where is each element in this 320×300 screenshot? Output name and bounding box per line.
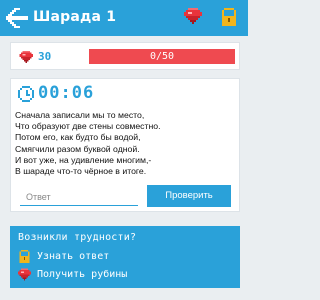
riddle-line: И вот уже, на удивление многим,- bbox=[15, 154, 152, 165]
page-title: Шарада 1 bbox=[33, 9, 117, 25]
reveal-answer-label: Узнать ответ bbox=[37, 250, 110, 262]
riddle-line: В шараде что-то чёрное в итоге. bbox=[15, 166, 147, 177]
help-title: Возникли трудности? bbox=[18, 232, 137, 243]
help-panel: Возникли трудности? Узнать ответ Получит… bbox=[10, 226, 240, 288]
progress-text: 0/50 bbox=[149, 51, 175, 62]
riddle-line: Что образуют две стены совместно. bbox=[15, 121, 161, 132]
app-bar: Шарада 1 bbox=[0, 0, 248, 36]
ruby-count: 30 bbox=[38, 50, 52, 63]
reveal-answer-button[interactable]: Узнать ответ bbox=[18, 249, 109, 263]
ruby-icon bbox=[19, 51, 33, 63]
get-rubies-label: Получить рубины bbox=[37, 268, 128, 280]
get-rubies-button[interactable]: Получить рубины bbox=[18, 267, 127, 281]
progress-card: 30 0/50 bbox=[10, 42, 240, 70]
level-progress-bar: 0/50 bbox=[89, 49, 235, 64]
answer-input[interactable] bbox=[20, 184, 138, 206]
lock-icon[interactable] bbox=[222, 8, 236, 26]
riddle-line: Сначала записали мы то место, bbox=[15, 110, 145, 120]
riddle-line: Смягчили разом буквой одной. bbox=[15, 143, 140, 154]
ruby-icon[interactable] bbox=[184, 8, 202, 24]
pixel-arrow-back-icon[interactable] bbox=[6, 8, 28, 28]
riddle-text: Сначала записали мы то место, Что образу… bbox=[15, 110, 237, 177]
lock-icon bbox=[19, 249, 30, 263]
check-button[interactable]: Проверить bbox=[147, 185, 231, 207]
ruby-icon bbox=[18, 268, 31, 280]
timer: 00:06 bbox=[38, 83, 95, 103]
riddle-line: Потом его, как будто бы водой, bbox=[15, 132, 141, 143]
riddle-card: 00:06 Сначала записали мы то место, Что … bbox=[10, 78, 240, 212]
clock-icon bbox=[18, 86, 34, 102]
